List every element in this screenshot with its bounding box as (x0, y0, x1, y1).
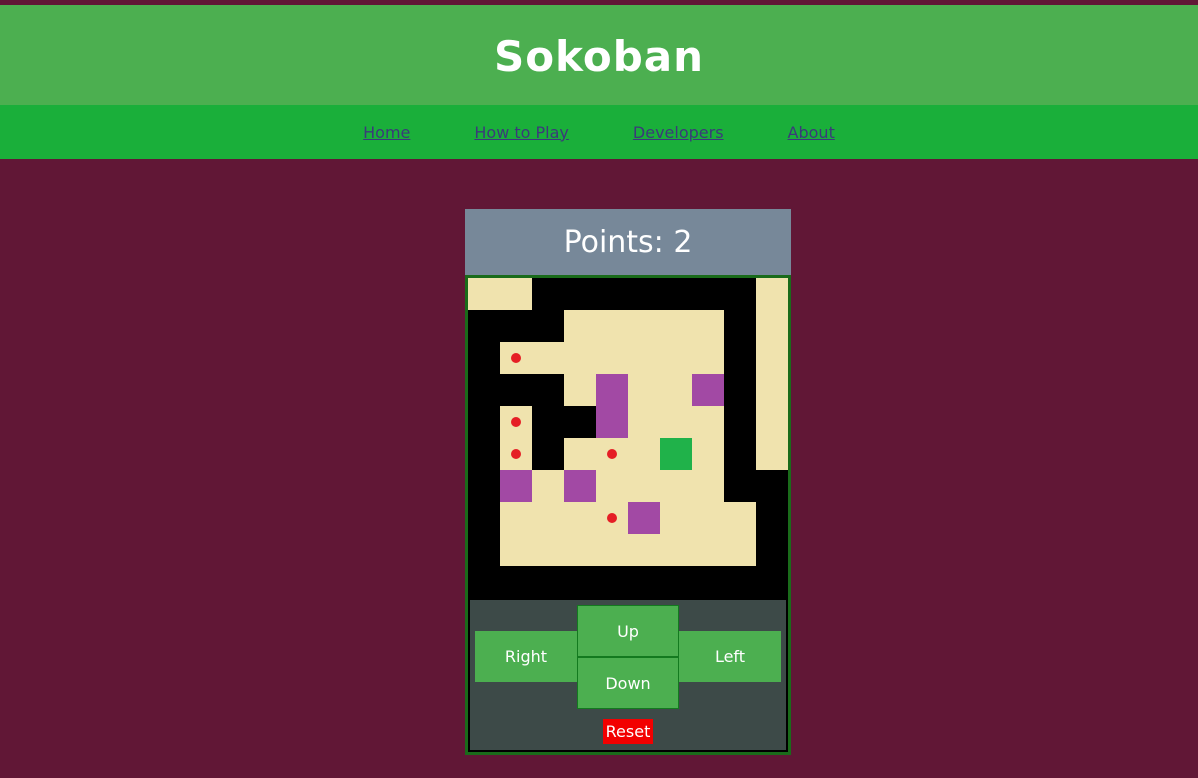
up-button[interactable]: Up (577, 605, 679, 657)
player-tile (660, 438, 692, 470)
floor-tile (564, 438, 596, 470)
game-panel: Points: 2 Right Up Down Left Reset (465, 209, 791, 755)
box-tile (692, 374, 724, 406)
floor-tile (692, 470, 724, 502)
floor-tile (660, 534, 692, 566)
floor-tile (532, 502, 564, 534)
floor-tile (628, 374, 660, 406)
nav-link-developers[interactable]: Developers (633, 123, 724, 142)
floor-tile (628, 438, 660, 470)
board-frame: Right Up Down Left Reset (465, 275, 791, 755)
nav-link-how-to-play[interactable]: How to Play (474, 123, 569, 142)
target-dot-icon (511, 417, 521, 427)
floor-tile (468, 278, 500, 310)
floor-tile (500, 534, 532, 566)
floor-tile (660, 502, 692, 534)
left-button[interactable]: Left (679, 631, 781, 682)
floor-tile (756, 278, 788, 310)
floor-tile (628, 470, 660, 502)
floor-tile (596, 342, 628, 374)
floor-tile (596, 534, 628, 566)
game-board (468, 278, 788, 598)
down-button[interactable]: Down (577, 657, 679, 709)
floor-tile (692, 502, 724, 534)
reset-button[interactable]: Reset (603, 719, 653, 744)
target-dot-icon (607, 449, 617, 459)
floor-tile (564, 502, 596, 534)
target-tile (596, 438, 628, 470)
main-nav: Home How to Play Developers About (0, 105, 1198, 159)
box-tile (500, 470, 532, 502)
floor-tile (660, 374, 692, 406)
target-dot-icon (511, 449, 521, 459)
target-tile (500, 438, 532, 470)
box-tile (596, 406, 628, 438)
floor-tile (692, 310, 724, 342)
target-tile (500, 406, 532, 438)
floor-tile (756, 406, 788, 438)
target-dot-icon (607, 513, 617, 523)
floor-tile (628, 406, 660, 438)
page-title: Sokoban (493, 31, 705, 81)
floor-tile (660, 406, 692, 438)
floor-tile (756, 438, 788, 470)
floor-tile (692, 438, 724, 470)
floor-tile (532, 534, 564, 566)
control-panel: Right Up Down Left Reset (470, 600, 786, 750)
floor-tile (660, 310, 692, 342)
floor-tile (724, 502, 756, 534)
floor-tile (692, 342, 724, 374)
floor-tile (628, 342, 660, 374)
floor-tile (628, 534, 660, 566)
target-dot-icon (511, 353, 521, 363)
floor-tile (564, 310, 596, 342)
floor-tile (724, 534, 756, 566)
floor-tile (756, 310, 788, 342)
points-display: Points: 2 (465, 209, 791, 275)
floor-tile (756, 374, 788, 406)
floor-tile (628, 310, 660, 342)
floor-tile (596, 310, 628, 342)
target-tile (596, 502, 628, 534)
floor-tile (500, 278, 532, 310)
floor-tile (564, 342, 596, 374)
page-header: Sokoban (0, 5, 1198, 105)
floor-tile (660, 342, 692, 374)
floor-tile (564, 534, 596, 566)
floor-tile (756, 342, 788, 374)
floor-tile (596, 470, 628, 502)
floor-tile (532, 342, 564, 374)
nav-link-home[interactable]: Home (363, 123, 410, 142)
box-tile (596, 374, 628, 406)
target-tile (500, 342, 532, 374)
floor-tile (564, 374, 596, 406)
floor-tile (532, 470, 564, 502)
floor-tile (500, 502, 532, 534)
floor-tile (692, 534, 724, 566)
box-tile (564, 470, 596, 502)
floor-tile (660, 470, 692, 502)
floor-tile (692, 406, 724, 438)
nav-link-about[interactable]: About (788, 123, 835, 142)
right-button[interactable]: Right (475, 631, 577, 682)
box-tile (628, 502, 660, 534)
